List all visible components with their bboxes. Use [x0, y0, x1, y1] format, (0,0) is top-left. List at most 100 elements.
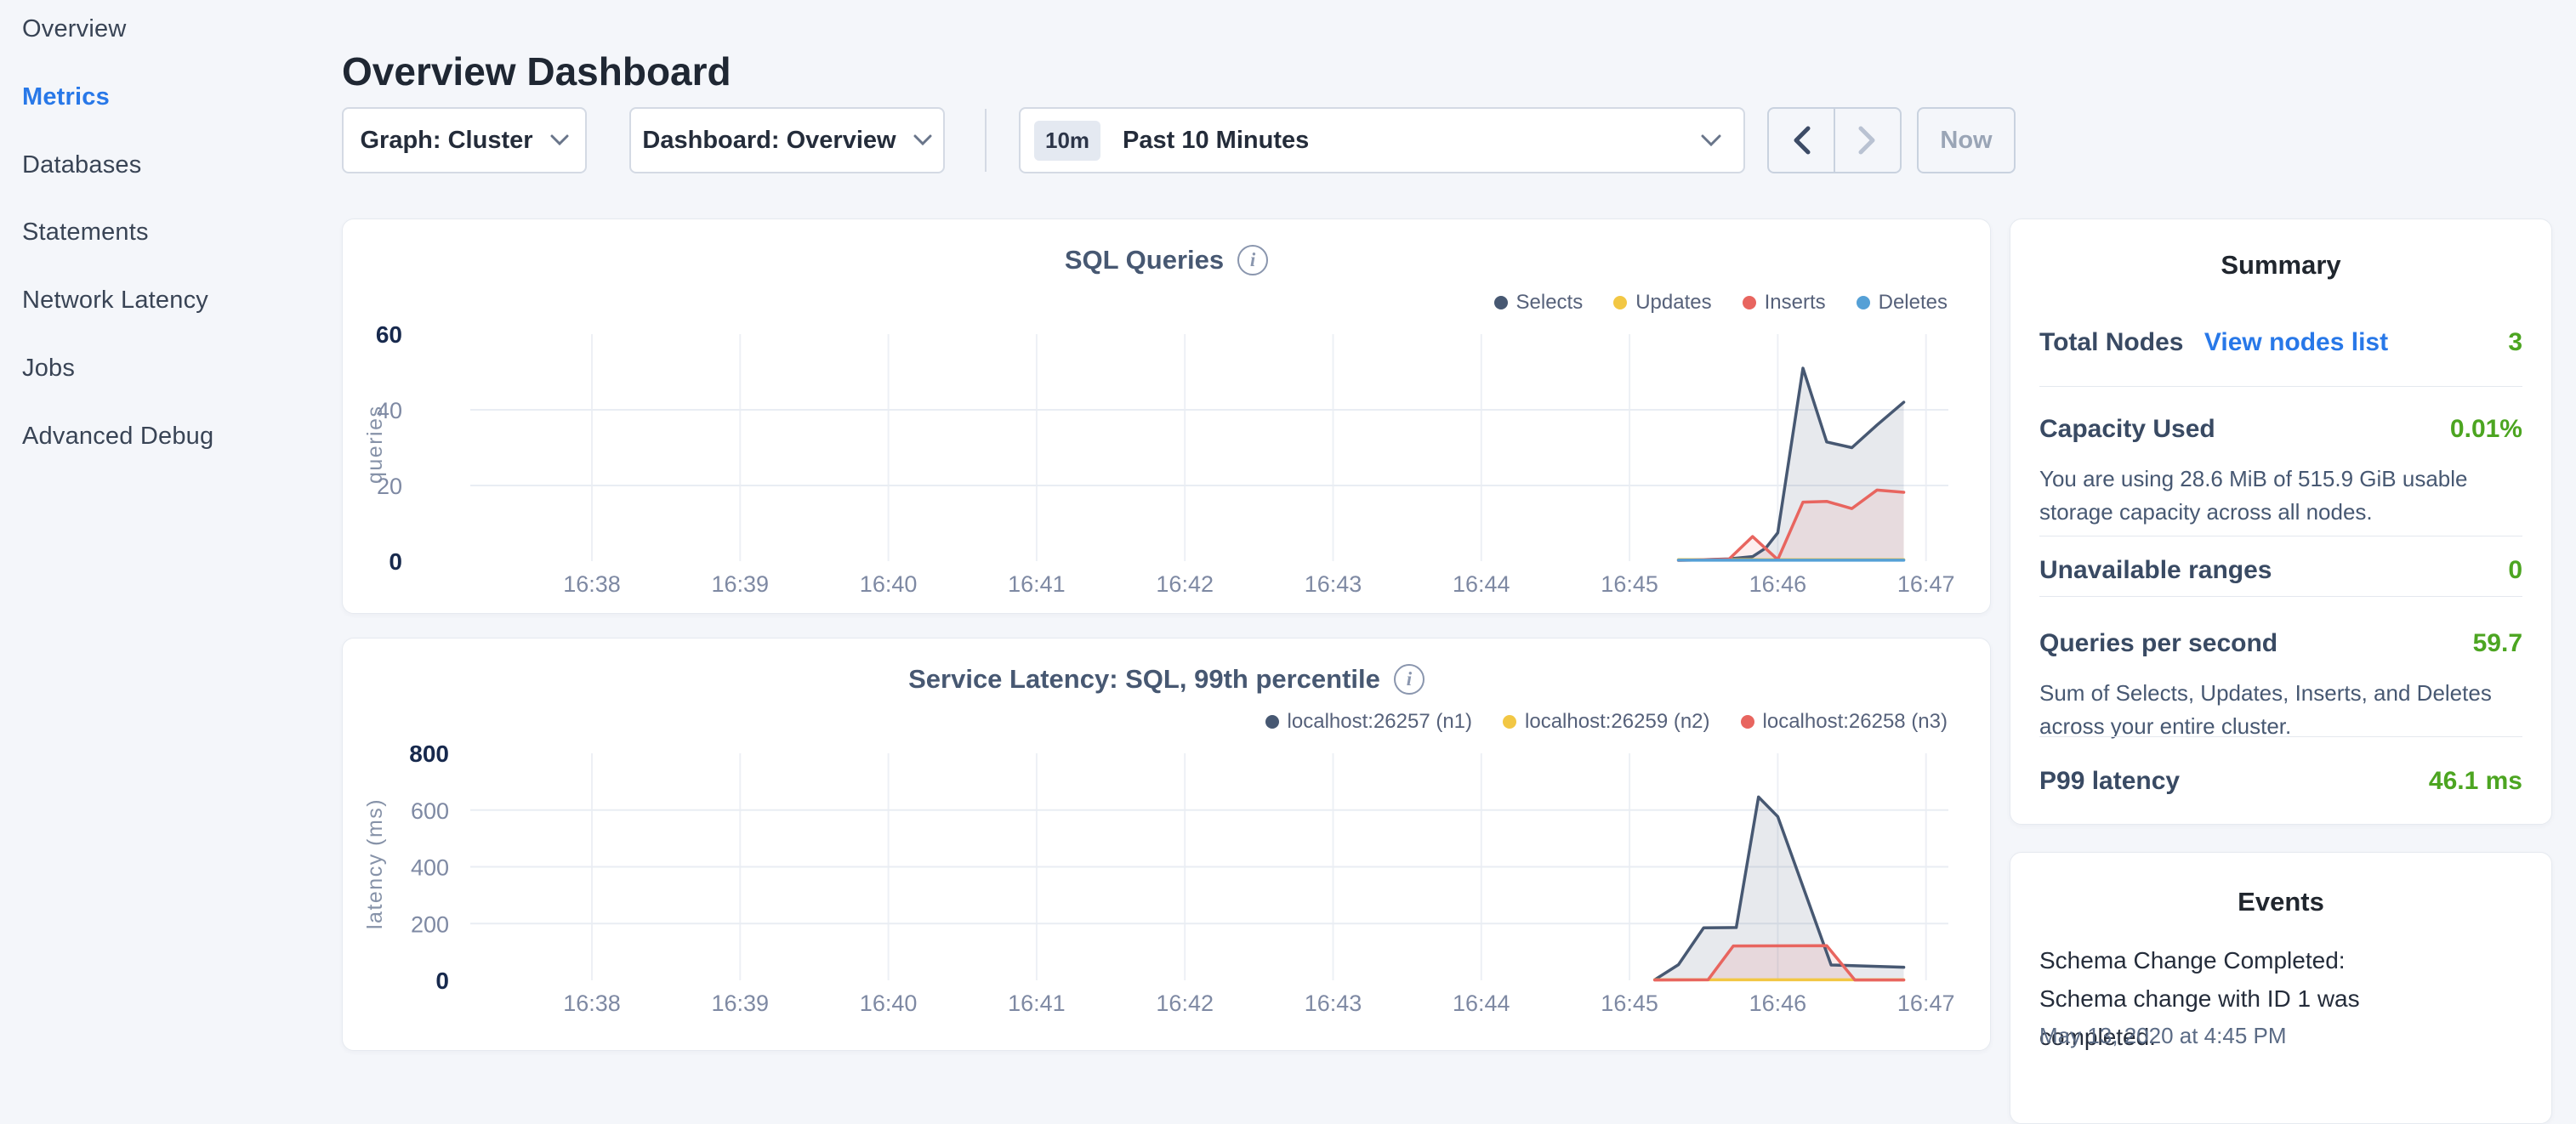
legend-label: Inserts — [1765, 291, 1826, 315]
svg-text:16:39: 16:39 — [712, 991, 770, 1016]
chart-title-row: Service Latency: SQL, 99th percentile i — [343, 664, 1990, 695]
svg-text:16:47: 16:47 — [1897, 991, 1955, 1016]
sidebar-item-jobs[interactable]: Jobs — [22, 355, 75, 383]
legend-dot-icon — [1265, 715, 1279, 729]
svg-text:0: 0 — [389, 548, 402, 575]
summary-row-p99: P99 latency 46.1 ms — [2039, 767, 2522, 796]
svg-text:16:42: 16:42 — [1156, 571, 1214, 597]
info-icon[interactable]: i — [1394, 664, 1424, 695]
legend-item[interactable]: Updates — [1613, 291, 1711, 315]
legend-label: localhost:26257 (n1) — [1288, 710, 1472, 734]
svg-text:16:44: 16:44 — [1453, 571, 1510, 597]
legend-item[interactable]: localhost:26259 (n2) — [1503, 710, 1709, 734]
summary-panel: Summary Total Nodes View nodes list 3 Ca… — [2010, 219, 2552, 825]
capacity-used-description: You are using 28.6 MiB of 515.9 GiB usab… — [2039, 463, 2516, 529]
unavailable-ranges-label: Unavailable ranges — [2039, 556, 2272, 585]
legend-dot-icon — [1741, 715, 1754, 729]
svg-text:60: 60 — [376, 321, 402, 348]
p99-latency-value: 46.1 ms — [2429, 767, 2522, 796]
page-title: Overview Dashboard — [342, 48, 731, 94]
legend-dot-icon — [1503, 715, 1516, 729]
time-step-buttons — [1767, 107, 1902, 173]
sidebar-item-metrics[interactable]: Metrics — [22, 83, 110, 111]
svg-text:16:38: 16:38 — [563, 991, 621, 1016]
legend-label: localhost:26258 (n3) — [1763, 710, 1948, 734]
step-forward-button[interactable] — [1835, 109, 1900, 172]
qps-label: Queries per second — [2039, 629, 2277, 658]
divider — [2039, 386, 2522, 387]
legend-item[interactable]: Deletes — [1857, 291, 1948, 315]
svg-text:16:43: 16:43 — [1305, 571, 1362, 597]
legend-item[interactable]: Selects — [1494, 291, 1584, 315]
sql-queries-plot: 16:38 16:39 16:40 16:41 16:42 16:43 16:44 16:45… — [343, 219, 1990, 613]
qps-value: 59.7 — [2473, 629, 2522, 658]
view-nodes-list-link[interactable]: View nodes list — [2204, 328, 2388, 356]
events-panel: Events Schema Change Completed: Schema c… — [2010, 852, 2552, 1124]
legend-dot-icon — [1743, 296, 1756, 309]
svg-text:16:45: 16:45 — [1601, 991, 1658, 1016]
summary-title: Summary — [2010, 250, 2551, 281]
svg-text:400: 400 — [411, 855, 449, 881]
svg-text:16:41: 16:41 — [1008, 571, 1066, 597]
sidebar: Overview Metrics Databases Statements Ne… — [0, 0, 340, 1051]
svg-text:16:41: 16:41 — [1008, 991, 1066, 1016]
qps-description: Sum of Selects, Updates, Inserts, and De… — [2039, 677, 2516, 743]
sidebar-item-advanced-debug[interactable]: Advanced Debug — [22, 423, 213, 451]
graph-scope-dropdown[interactable]: Graph: Cluster — [342, 107, 587, 173]
legend-dot-icon — [1857, 296, 1870, 309]
time-window-selector[interactable]: 10m Past 10 Minutes — [1019, 107, 1745, 173]
now-button[interactable]: Now — [1917, 107, 2016, 173]
svg-text:16:46: 16:46 — [1749, 991, 1807, 1016]
total-nodes-label: Total Nodes — [2039, 328, 2183, 356]
divider — [2039, 596, 2522, 597]
dashboard-dropdown[interactable]: Dashboard: Overview — [629, 107, 945, 173]
sidebar-item-overview[interactable]: Overview — [22, 15, 126, 43]
sql-queries-chart-card: SQL Queries i SelectsUpdatesInsertsDelet… — [342, 219, 1991, 614]
svg-text:16:39: 16:39 — [712, 571, 770, 597]
service-latency-chart-card: Service Latency: SQL, 99th percentile i … — [342, 638, 1991, 1051]
svg-text:600: 600 — [411, 798, 449, 824]
legend-item[interactable]: localhost:26257 (n1) — [1265, 710, 1472, 734]
legend-label: Updates — [1635, 291, 1711, 315]
summary-row-total-nodes: Total Nodes View nodes list 3 — [2039, 328, 2522, 357]
event-timestamp: May 13, 2020 at 4:45 PM — [2039, 1023, 2287, 1049]
legend-label: Selects — [1516, 291, 1584, 315]
svg-text:16:45: 16:45 — [1601, 571, 1658, 597]
legend-dot-icon — [1494, 296, 1508, 309]
unavailable-ranges-value: 0 — [2508, 556, 2522, 585]
graph-scope-label: Graph: Cluster — [360, 127, 532, 155]
capacity-used-label: Capacity Used — [2039, 415, 2215, 444]
sidebar-item-network-latency[interactable]: Network Latency — [22, 287, 208, 315]
chevron-down-icon — [550, 134, 569, 146]
info-icon[interactable]: i — [1237, 245, 1268, 275]
dashboard-label: Dashboard: Overview — [642, 127, 896, 155]
chart-title: Service Latency: SQL, 99th percentile — [908, 664, 1380, 695]
service-latency-plot: 16:38 16:39 16:40 16:41 16:42 16:43 16:44 16:45… — [343, 639, 1990, 1032]
chevron-down-icon — [913, 134, 932, 146]
svg-text:16:42: 16:42 — [1156, 991, 1214, 1016]
sidebar-item-databases[interactable]: Databases — [22, 151, 141, 179]
legend-item[interactable]: Inserts — [1743, 291, 1826, 315]
svg-text:16:40: 16:40 — [860, 571, 918, 597]
legend-item[interactable]: localhost:26258 (n3) — [1741, 710, 1948, 734]
svg-text:0: 0 — [435, 968, 449, 994]
svg-text:20: 20 — [377, 474, 402, 499]
svg-text:800: 800 — [409, 741, 449, 767]
events-title: Events — [2010, 887, 2551, 917]
sidebar-item-statements[interactable]: Statements — [22, 219, 149, 247]
controls-divider — [985, 109, 987, 172]
step-back-button[interactable] — [1769, 109, 1835, 172]
svg-text:16:43: 16:43 — [1305, 991, 1362, 1016]
legend-dot-icon — [1613, 296, 1627, 309]
svg-text:16:40: 16:40 — [860, 991, 918, 1016]
svg-text:16:38: 16:38 — [563, 571, 621, 597]
chart-legend: localhost:26257 (n1) localhost:26259 (n2)… — [1265, 710, 1948, 734]
total-nodes-value: 3 — [2508, 328, 2522, 357]
summary-row-unavailable-ranges: Unavailable ranges 0 — [2039, 556, 2522, 585]
divider — [2039, 736, 2522, 737]
summary-row-capacity: Capacity Used 0.01% — [2039, 415, 2522, 444]
chevron-right-icon — [1858, 126, 1877, 155]
chevron-down-icon — [1701, 134, 1721, 147]
svg-text:16:44: 16:44 — [1453, 991, 1510, 1016]
summary-row-qps: Queries per second 59.7 — [2039, 629, 2522, 658]
